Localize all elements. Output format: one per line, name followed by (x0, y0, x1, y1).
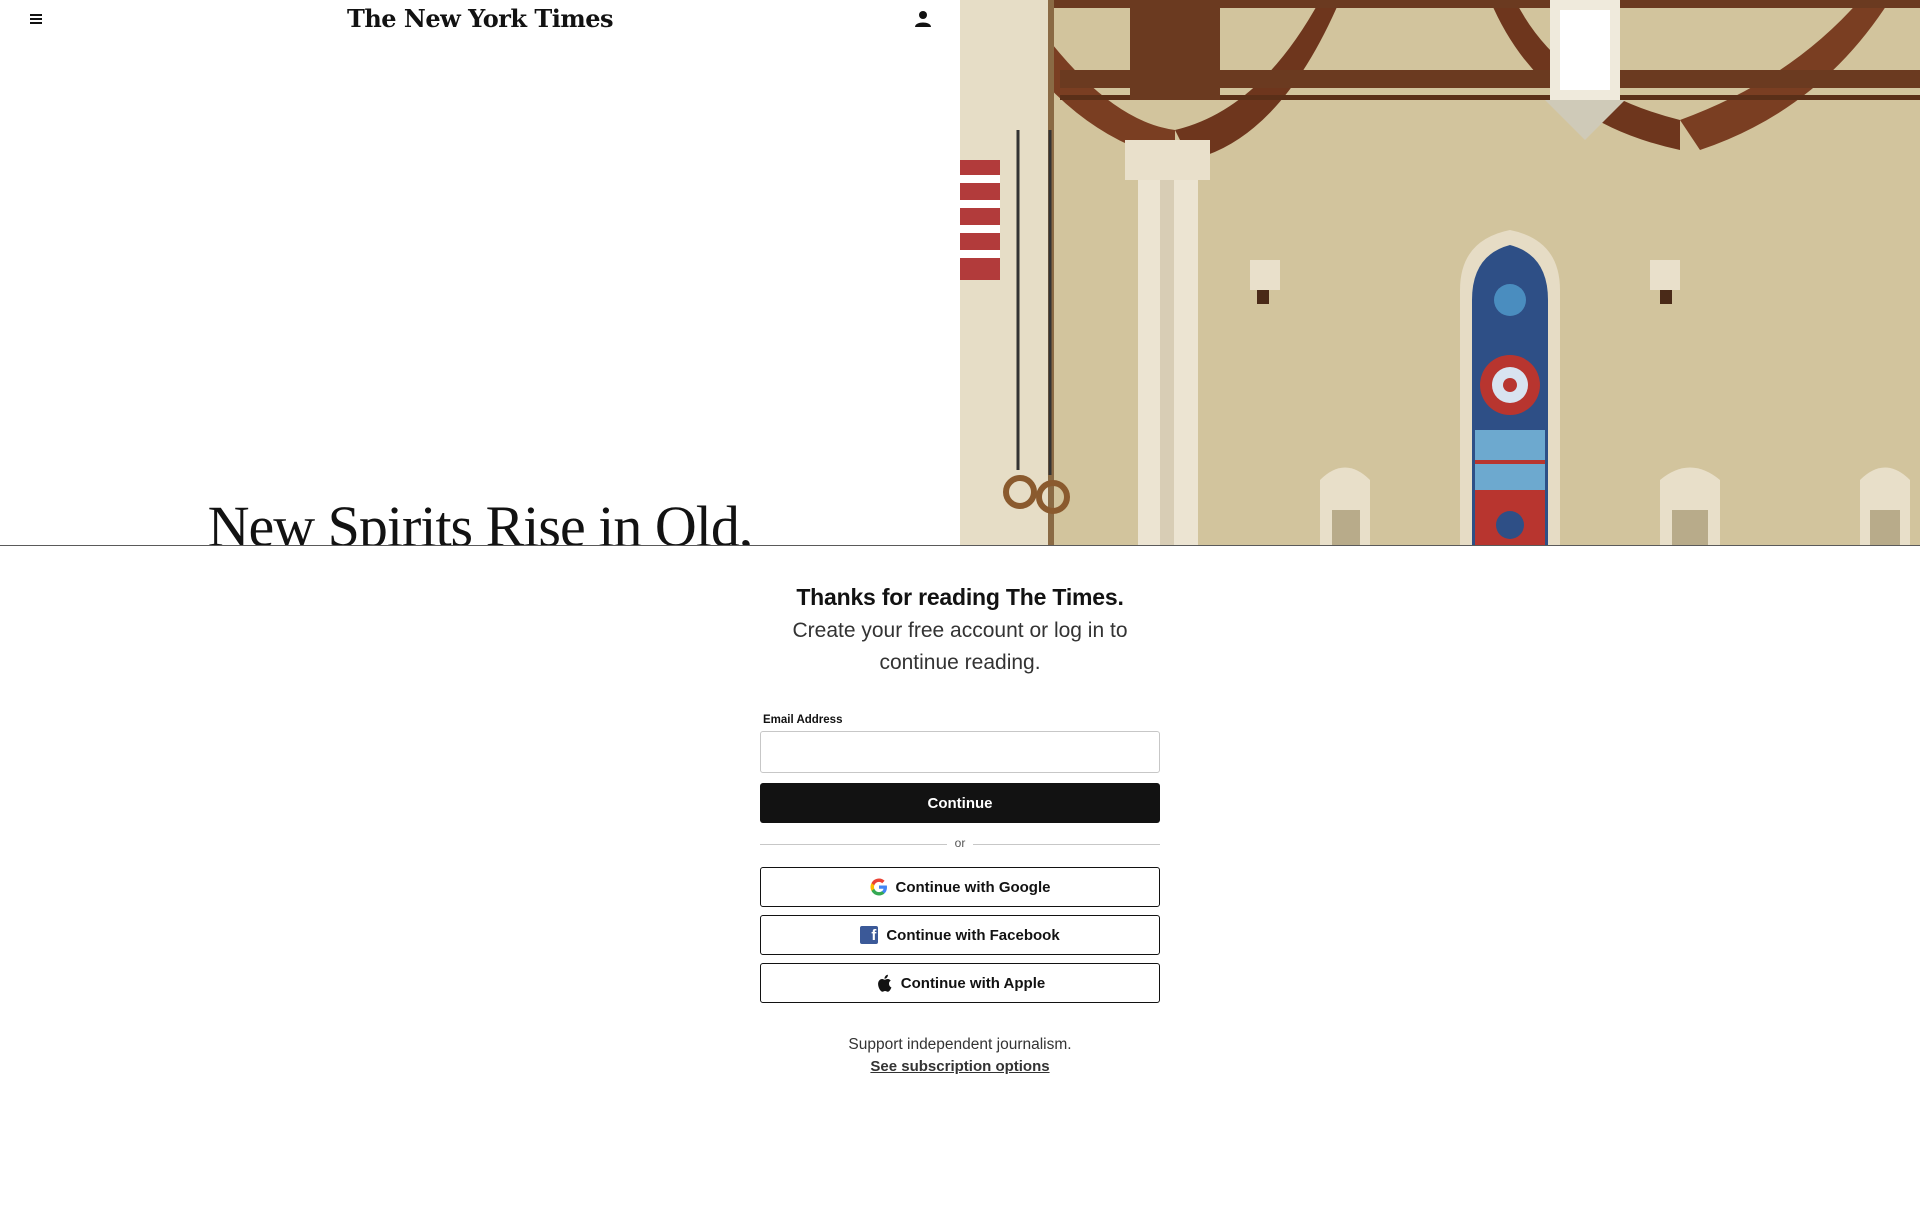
apple-button-label: Continue with Apple (900, 974, 1046, 992)
regiwall-subtitle: Create your free account or log in to co… (792, 619, 1128, 674)
section-divider (0, 545, 1920, 546)
separator-line-right (973, 844, 1160, 845)
email-label: Email Address (763, 714, 843, 726)
continue-button[interactable]: Continue (760, 783, 1160, 823)
google-button-label: Continue with Google (895, 878, 1051, 896)
account-icon[interactable] (912, 8, 934, 30)
or-text: or (954, 836, 966, 850)
menu-icon[interactable] (26, 8, 48, 30)
continue-with-facebook-button[interactable]: f Continue with Facebook (760, 915, 1160, 955)
support-text: Support independent journalism. (848, 1036, 1072, 1053)
regiwall-title: Thanks for reading The Times. (796, 584, 1124, 610)
apple-icon (875, 974, 893, 992)
facebook-icon: f (860, 926, 879, 944)
facebook-button-label: Continue with Facebook (886, 926, 1060, 944)
continue-with-apple-button[interactable]: Continue with Apple (760, 963, 1160, 1003)
subscription-options-link[interactable]: See subscription options (660, 1058, 1260, 1075)
article-text-pane: The New York Times New Spirits Rise in O… (0, 0, 960, 545)
continue-with-google-button[interactable]: Continue with Google (760, 867, 1160, 907)
nyt-logo[interactable]: The New York Times (340, 4, 620, 33)
email-field[interactable] (760, 731, 1160, 773)
article-header-area: The New York Times New Spirits Rise in O… (0, 0, 1920, 545)
article-photo (960, 0, 1920, 545)
or-separator: or (760, 836, 1160, 854)
google-icon (870, 878, 888, 896)
article-headline: New Spirits Rise in Old, (207, 494, 754, 545)
